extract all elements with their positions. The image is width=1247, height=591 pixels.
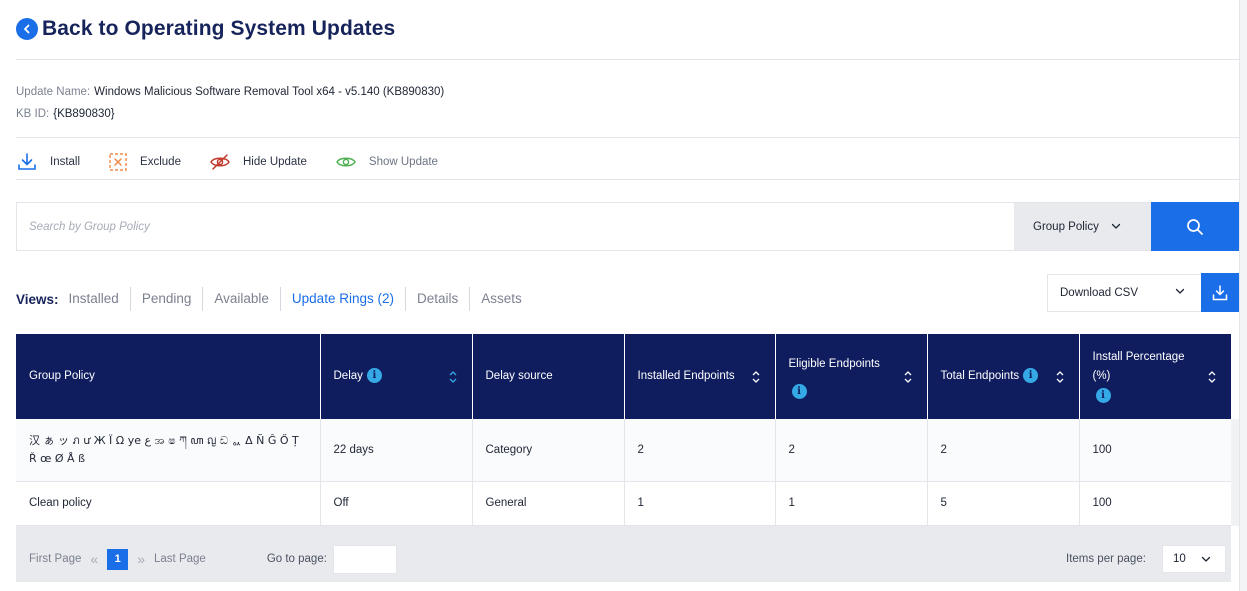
back-arrow-icon[interactable] — [16, 18, 38, 40]
cell-delay-source: General — [472, 481, 625, 526]
divider — [16, 59, 1239, 60]
search-input[interactable] — [17, 203, 1014, 250]
tab-details[interactable]: Details — [406, 287, 471, 311]
chevron-down-icon — [1111, 223, 1120, 229]
search-icon — [1187, 218, 1203, 235]
table-row[interactable]: Clean policy Off General 1 1 5 100 — [16, 481, 1231, 526]
chevron-down-icon — [1175, 288, 1185, 294]
go-to-page-label: Go to page: — [266, 553, 327, 565]
show-update-button[interactable]: Show Update — [335, 152, 438, 172]
cell-total-endpoints: 2 — [927, 419, 1080, 482]
page-title[interactable]: Back to Operating System Updates — [42, 17, 395, 41]
action-bar: Install Exclude Hide Update Show Update — [16, 150, 466, 174]
cell-install-percentage: 100 — [1079, 481, 1231, 526]
update-rings-table: Group Policy Delay i Delay source Install… — [16, 334, 1231, 582]
divider — [16, 137, 1239, 138]
double-chevron-right-icon[interactable]: » — [137, 551, 145, 567]
info-icon[interactable]: i — [1023, 368, 1039, 384]
kb-id-value: {KB890830} — [53, 108, 115, 120]
install-label: Install — [50, 156, 81, 168]
eye-icon — [336, 157, 356, 167]
tab-installed[interactable]: Installed — [69, 287, 131, 311]
exclude-label: Exclude — [140, 156, 181, 168]
cell-group-policy: 汉 ぁ ッ ภ ư Ж Ï Ω ye ع အ ෂ ཀ ꦲ ญ ඩ ᇱ Δ Ñ Ĝ… — [16, 419, 321, 482]
search-button[interactable] — [1151, 202, 1239, 251]
cell-delay-source: Category — [472, 419, 625, 482]
sort-icon[interactable] — [1055, 369, 1065, 385]
update-name-row: Update Name: Windows Malicious Software … — [16, 86, 444, 98]
cell-delay: Off — [320, 481, 473, 526]
table-header-row: Group Policy Delay i Delay source Install… — [16, 334, 1231, 419]
exclude-button[interactable]: Exclude — [108, 152, 181, 172]
search-filter-value: Group Policy — [1033, 220, 1099, 233]
tab-update-rings[interactable]: Update Rings (2) — [281, 287, 406, 311]
cell-group-policy: Clean policy — [16, 481, 321, 526]
search-bar: Group Policy — [16, 202, 1239, 251]
download-csv-dropdown[interactable]: Download CSV — [1047, 274, 1202, 312]
items-per-page-dropdown[interactable]: 10 — [1162, 545, 1226, 573]
cell-total-endpoints: 5 — [927, 481, 1080, 526]
items-per-page-label: Items per page: — [1066, 553, 1146, 565]
sort-icon[interactable] — [1207, 369, 1217, 385]
sort-icon[interactable] — [903, 369, 913, 385]
download-csv-button[interactable] — [1201, 273, 1239, 312]
column-header-delay-source[interactable]: Delay source — [472, 334, 625, 419]
last-page-link[interactable]: Last Page — [154, 553, 206, 565]
table-row[interactable]: 汉 ぁ ッ ภ ư Ж Ï Ω ye ع အ ෂ ཀ ꦲ ญ ඩ ᇱ Δ Ñ Ĝ… — [16, 419, 1231, 482]
update-name-label: Update Name: — [16, 86, 91, 98]
cell-eligible-endpoints: 2 — [775, 419, 928, 482]
cell-install-percentage: 100 — [1079, 419, 1231, 482]
go-to-page-input[interactable] — [332, 544, 397, 574]
sort-icon[interactable] — [751, 369, 761, 385]
first-page-link[interactable]: First Page — [29, 553, 81, 565]
cell-installed-endpoints: 2 — [624, 419, 776, 482]
exclude-icon — [109, 153, 127, 171]
download-csv-label: Download CSV — [1060, 287, 1138, 299]
chevron-down-icon — [1201, 556, 1211, 562]
hide-update-button[interactable]: Hide Update — [209, 152, 307, 172]
hide-update-label: Hide Update — [242, 156, 307, 168]
tab-pending[interactable]: Pending — [131, 287, 204, 311]
page-header: Back to Operating System Updates — [16, 14, 395, 44]
kb-id-label: KB ID: — [16, 108, 50, 120]
column-header-delay[interactable]: Delay i — [320, 334, 473, 419]
info-icon[interactable]: i — [791, 383, 807, 399]
pagination: First Page « 1 » Last Page Go to page: I… — [16, 540, 1231, 578]
column-header-total-endpoints[interactable]: Total Endpoints i — [927, 334, 1080, 419]
page-number-current[interactable]: 1 — [107, 548, 129, 570]
page-scrollbar[interactable] — [1239, 0, 1247, 591]
items-per-page-value: 10 — [1173, 553, 1186, 565]
search-filter-dropdown[interactable]: Group Policy — [1014, 203, 1151, 250]
column-header-install-percentage[interactable]: Install Percentage (%) i — [1079, 334, 1231, 419]
tab-assets[interactable]: Assets — [470, 287, 533, 311]
info-icon[interactable]: i — [366, 368, 382, 384]
views-label: Views: — [16, 291, 59, 307]
divider — [16, 179, 1239, 180]
column-header-installed-endpoints[interactable]: Installed Endpoints — [624, 334, 776, 419]
sort-icon[interactable] — [448, 369, 458, 385]
tab-available[interactable]: Available — [203, 287, 281, 311]
cell-eligible-endpoints: 1 — [775, 481, 928, 526]
download-icon — [1212, 284, 1228, 300]
column-header-eligible-endpoints[interactable]: Eligible Endpoints i — [775, 334, 928, 419]
table-scrollbar[interactable] — [1231, 419, 1239, 526]
install-button[interactable]: Install — [16, 152, 80, 172]
double-chevron-left-icon[interactable]: « — [90, 551, 98, 567]
info-icon[interactable]: i — [1095, 388, 1111, 404]
show-update-label: Show Update — [368, 156, 438, 168]
download-icon — [18, 153, 36, 170]
column-header-group-policy[interactable]: Group Policy — [16, 334, 321, 419]
kb-id-row: KB ID: {KB890830} — [16, 108, 115, 120]
eye-off-icon — [210, 154, 230, 170]
cell-installed-endpoints: 1 — [624, 481, 776, 526]
update-name-value: Windows Malicious Software Removal Tool … — [94, 86, 445, 98]
views-tabs: Views: Installed Pending Available Updat… — [16, 287, 533, 311]
cell-delay: 22 days — [320, 419, 473, 482]
